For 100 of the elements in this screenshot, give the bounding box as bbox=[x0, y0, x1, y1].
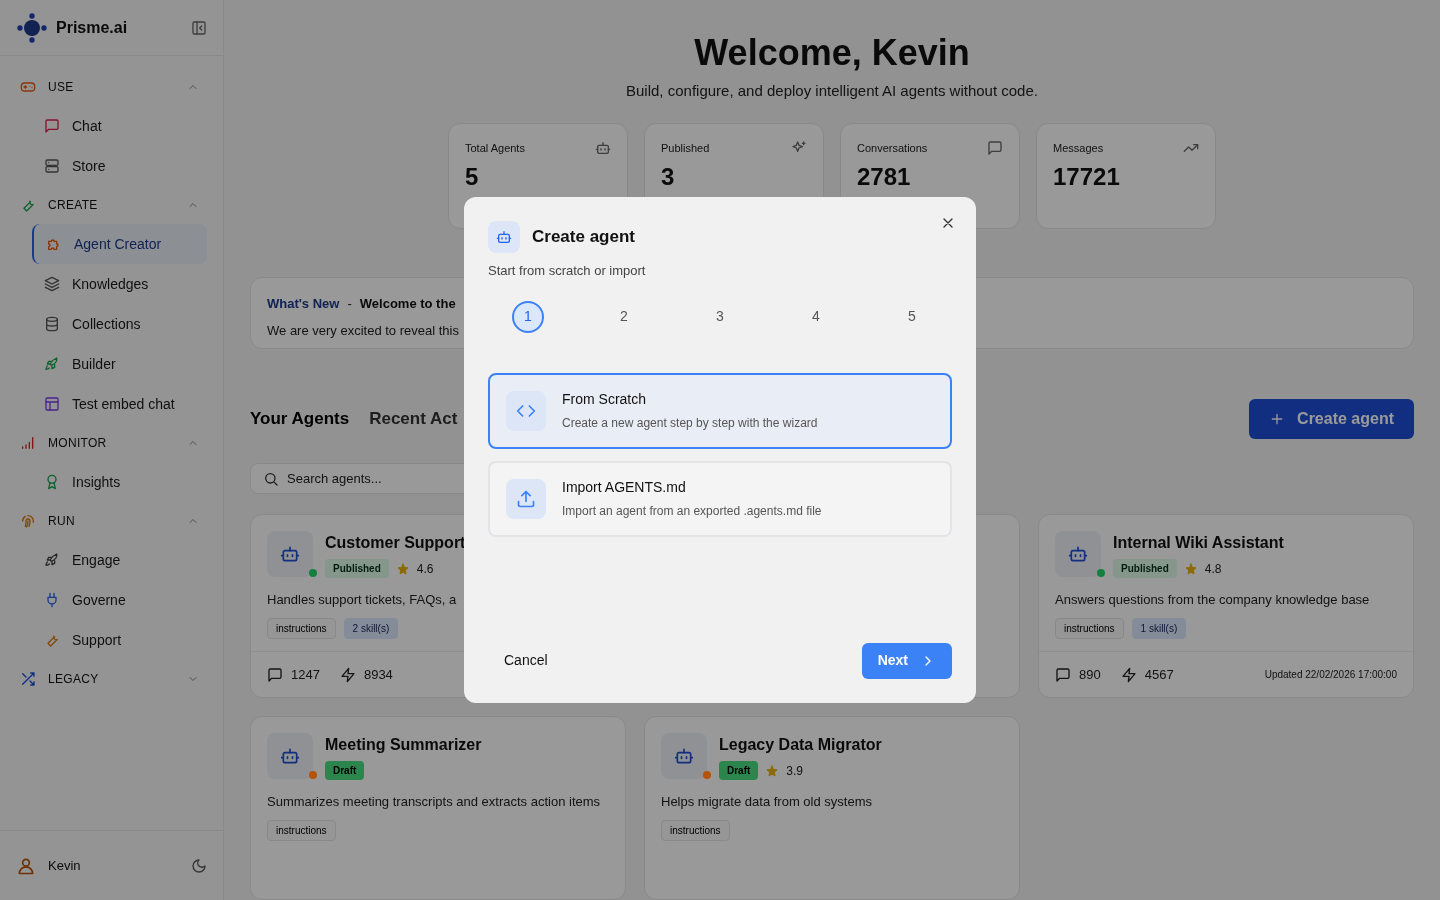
message-icon bbox=[1055, 666, 1071, 683]
sidebar-item[interactable]: Insights bbox=[32, 462, 207, 502]
stat-value: 3 bbox=[661, 164, 676, 190]
news-title: Welcome to the bbox=[359, 294, 456, 313]
next-button[interactable]: Next bbox=[861, 642, 952, 679]
fingerprint-icon bbox=[20, 513, 36, 529]
agent-name: Internal Wiki Assistant bbox=[1113, 533, 1284, 553]
section-header[interactable]: MONITOR bbox=[16, 424, 207, 462]
agent-name: Customer Support bbox=[325, 533, 466, 553]
updated-date: Updated 22/02/2026 17:00:00 bbox=[1264, 668, 1397, 682]
sidebar-item[interactable]: Knowledges bbox=[32, 264, 207, 304]
star-icon bbox=[1184, 562, 1197, 575]
step-indicator[interactable]: 1 bbox=[512, 300, 544, 333]
agent-description: Helps migrate data from old systems bbox=[661, 793, 873, 811]
lightning-icon bbox=[339, 666, 356, 683]
step-indicator[interactable]: 2 bbox=[608, 300, 640, 333]
tag: instructions bbox=[1055, 618, 1124, 639]
dialog-subtitle: Start from scratch or import bbox=[488, 262, 647, 280]
message-icon bbox=[44, 118, 60, 134]
option-description: Import an agent from an exported .agents.md file bbox=[562, 503, 822, 520]
option-card[interactable]: Import AGENTS.md Import an agent from an exported .agents.md file bbox=[488, 460, 952, 537]
action-count: 8934 bbox=[363, 665, 394, 684]
robot-icon bbox=[280, 746, 300, 766]
step-indicator[interactable]: 4 bbox=[800, 300, 832, 333]
section-header[interactable]: RUN bbox=[16, 502, 207, 540]
plug-icon bbox=[44, 592, 60, 608]
sidebar-item[interactable]: Support bbox=[32, 620, 207, 660]
sidebar-item[interactable]: Chat bbox=[32, 106, 207, 146]
robot-icon bbox=[674, 746, 694, 766]
agent-description: Summarizes meeting transcripts and extracts action items bbox=[267, 793, 602, 811]
section-header[interactable]: LEGACY bbox=[16, 660, 207, 698]
moon-icon[interactable] bbox=[191, 857, 207, 874]
conversation-count: 890 bbox=[1079, 665, 1101, 684]
stat-value: 5 bbox=[465, 164, 480, 190]
agent-name: Meeting Summarizer bbox=[325, 735, 482, 755]
page-title: Welcome, Kevin bbox=[694, 31, 970, 75]
rating: 3.9 bbox=[786, 762, 804, 780]
robot-icon bbox=[1068, 544, 1088, 564]
upload-icon bbox=[516, 488, 536, 509]
agent-description: Handles support tickets, FAQs, a bbox=[267, 591, 458, 609]
section-header[interactable]: CREATE bbox=[16, 186, 207, 224]
agent-description: Answers questions from the company knowledge base bbox=[1055, 591, 1371, 609]
sidebar-item[interactable]: Collections bbox=[32, 304, 207, 344]
tab[interactable]: Recent Act bbox=[369, 406, 458, 432]
page-subtitle: Build, configure, and deploy intelligent AI agents without code. bbox=[626, 81, 1038, 101]
sidebar-collapse-icon[interactable] bbox=[191, 19, 207, 36]
lightning-icon bbox=[1120, 666, 1137, 683]
sidebar-item[interactable]: Store bbox=[32, 146, 207, 186]
rating: 4.8 bbox=[1204, 560, 1222, 578]
tag: instructions bbox=[267, 820, 336, 841]
robot-icon bbox=[595, 139, 611, 156]
option-title: From Scratch bbox=[562, 390, 647, 409]
message-icon bbox=[267, 666, 283, 683]
status-badge: Draft bbox=[719, 761, 759, 780]
rocket-icon bbox=[44, 356, 60, 372]
sidebar-item[interactable]: Engage bbox=[32, 540, 207, 580]
logo-icon bbox=[16, 11, 48, 44]
step-indicator[interactable]: 3 bbox=[704, 300, 736, 333]
stat-label: Published bbox=[661, 140, 710, 156]
dialog-title: Create agent bbox=[532, 226, 635, 249]
separator: - bbox=[347, 294, 352, 313]
star-icon bbox=[396, 562, 409, 575]
news-label[interactable]: What's New bbox=[267, 293, 340, 313]
tag: 2 skill(s) bbox=[343, 618, 399, 639]
action-count: 4567 bbox=[1144, 665, 1175, 684]
robot-icon bbox=[496, 229, 512, 245]
sidebar-item[interactable]: Governe bbox=[32, 580, 207, 620]
tag: 1 skill(s) bbox=[1131, 618, 1187, 639]
status-badge: Published bbox=[325, 559, 389, 578]
tag: instructions bbox=[267, 618, 336, 639]
signal-bars-icon bbox=[20, 435, 36, 451]
cancel-button[interactable]: Cancel bbox=[488, 642, 564, 679]
sidebar-item[interactable]: Builder bbox=[32, 344, 207, 384]
stat-value: 17721 bbox=[1053, 164, 1121, 190]
layers-icon bbox=[44, 276, 60, 292]
stat-label: Messages bbox=[1053, 140, 1104, 156]
sidebar-item[interactable]: Agent Creator bbox=[32, 224, 207, 264]
tab[interactable]: Your Agents bbox=[250, 406, 350, 432]
option-description: Create a new agent step by step with the wizard bbox=[562, 415, 818, 432]
shuffle-icon bbox=[20, 671, 36, 687]
puzzle-icon bbox=[46, 236, 62, 252]
create-agent-button[interactable]: Create agent bbox=[1249, 399, 1414, 440]
gamepad-icon bbox=[20, 79, 36, 95]
step-indicator[interactable]: 5 bbox=[896, 300, 928, 333]
section-header[interactable]: USE bbox=[16, 68, 207, 106]
status-badge: Draft bbox=[325, 761, 365, 780]
user-name: Kevin bbox=[48, 856, 82, 875]
stat-label: Conversations bbox=[857, 140, 928, 156]
tag: instructions bbox=[661, 820, 730, 841]
brand-name: Prisme.ai bbox=[56, 17, 129, 38]
option-card[interactable]: From Scratch Create a new agent step by step with the wizard bbox=[488, 372, 952, 449]
agent-name: Legacy Data Migrator bbox=[719, 735, 882, 755]
server-icon bbox=[44, 158, 60, 174]
layout-icon bbox=[44, 396, 60, 412]
database-icon bbox=[44, 316, 60, 332]
message-icon bbox=[987, 139, 1003, 156]
star-icon bbox=[766, 764, 779, 777]
sidebar-item[interactable]: Test embed chat bbox=[32, 384, 207, 424]
award-icon bbox=[44, 474, 60, 490]
news-text: We are very excited to reveal this bbox=[267, 322, 460, 340]
